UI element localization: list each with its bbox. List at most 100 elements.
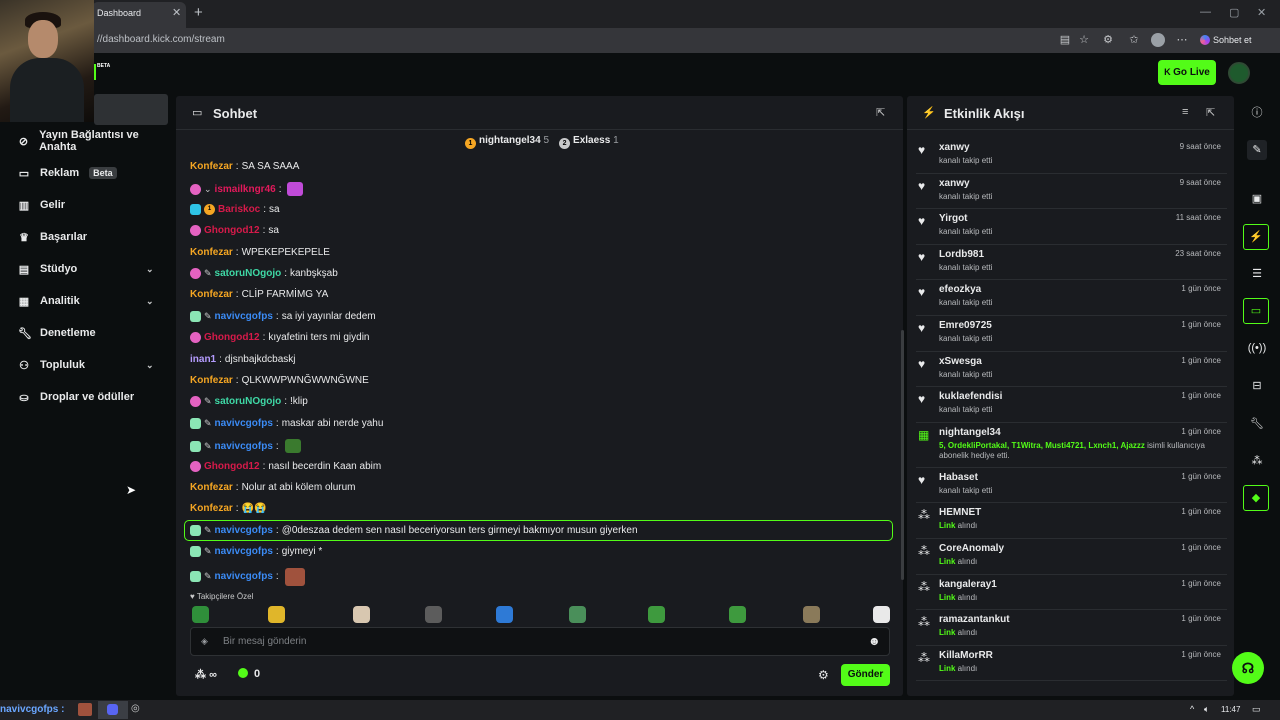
- sidebar-item-analitik[interactable]: ▦ Analitik ⌄: [18, 291, 168, 311]
- edit-icon[interactable]: ✎: [1247, 140, 1267, 160]
- chat-message[interactable]: Ghongod12: kıyafetini ters mi giydin: [190, 332, 370, 344]
- activity-event[interactable]: ♥ efeozkya 1 gün önce kanalı takip etti: [916, 280, 1227, 316]
- chat-message[interactable]: ✎ navivcgofps:: [190, 439, 301, 454]
- chat-username[interactable]: satoruNOgojo: [215, 396, 282, 407]
- sidebar-item-denetleme[interactable]: 🔧︎ Denetleme: [18, 323, 168, 343]
- sidebar-item-stüdyo[interactable]: ▤ Stüdyo ⌄: [18, 259, 168, 279]
- quick-emote[interactable]: [873, 606, 890, 623]
- quick-emote[interactable]: [729, 606, 746, 623]
- event-username[interactable]: Yirgot: [939, 213, 968, 224]
- quick-emote[interactable]: [353, 606, 370, 623]
- chat-username[interactable]: navivcgofps: [215, 418, 273, 429]
- event-username[interactable]: kangaleray1: [939, 579, 997, 590]
- discord-icon[interactable]: [107, 704, 118, 715]
- chat-username[interactable]: navivcgofps: [215, 571, 273, 582]
- chat-message[interactable]: ✎ navivcgofps: sa iyi yayınlar dedem: [190, 310, 376, 322]
- chevron-down-icon[interactable]: ⌄: [146, 264, 154, 275]
- volume-icon[interactable]: 🔈︎: [1204, 704, 1209, 715]
- chat-message[interactable]: Konfezar: CLİP FARMİMG YA: [190, 289, 328, 300]
- sidebar-item-droplar[interactable]: ⛀ Droplar ve ödüller: [18, 387, 168, 407]
- video-icon[interactable]: ▣: [1247, 189, 1267, 209]
- chat-username[interactable]: Ghongod12: [204, 332, 260, 343]
- tray-chevron-icon[interactable]: ^: [1190, 704, 1194, 714]
- favorite-star-icon[interactable]: ☆: [1077, 33, 1091, 47]
- support-button[interactable]: ☊: [1232, 652, 1264, 684]
- filter-icon[interactable]: ≡: [1182, 106, 1188, 118]
- event-username[interactable]: KillaMorRR: [939, 650, 993, 661]
- event-username[interactable]: ramazantankut: [939, 614, 1010, 625]
- sidebar-item-yayın[interactable]: ⊘ Yayın Bağlantısı ve Anahta: [18, 129, 168, 153]
- chat-username[interactable]: navivcgofps: [215, 525, 273, 536]
- copilot-button[interactable]: Sohbet et: [1200, 31, 1256, 49]
- chat-scrollbar[interactable]: [901, 330, 904, 580]
- chat-username[interactable]: Konfezar: [190, 247, 233, 258]
- new-tab-icon[interactable]: +: [194, 4, 203, 21]
- quick-emote[interactable]: [425, 606, 442, 623]
- chat-username[interactable]: Bariskoc: [218, 204, 260, 215]
- activity-event[interactable]: ♥ Habaset 1 gün önce kanalı takip etti: [916, 468, 1227, 504]
- chat-message[interactable]: Konfezar: 😭😭: [190, 503, 266, 514]
- send-button[interactable]: Gönder: [841, 664, 890, 686]
- chat-message[interactable]: ✎ satoruNOgojo: !klip: [190, 396, 308, 408]
- quick-emote[interactable]: [803, 606, 820, 623]
- avatar[interactable]: [1228, 62, 1250, 84]
- chat-username[interactable]: Konfezar: [190, 161, 233, 172]
- maximize-icon[interactable]: ▢: [1229, 6, 1239, 19]
- chat-rail-icon[interactable]: ▭: [1243, 298, 1269, 324]
- chat-username[interactable]: Konfezar: [190, 289, 233, 300]
- activity-rail-icon[interactable]: ⚡: [1243, 224, 1269, 250]
- extensions-icon[interactable]: ⚙: [1101, 33, 1115, 47]
- activity-event[interactable]: ♥ Yirgot 11 saat önce kanalı takip etti: [916, 209, 1227, 245]
- profile-icon[interactable]: [1151, 33, 1165, 47]
- chat-message[interactable]: ✎ navivcgofps:: [190, 567, 305, 586]
- event-username[interactable]: nightangel34: [939, 427, 1001, 438]
- activity-event[interactable]: ⁂ CoreAnomaly 1 gün önce Link alındı: [916, 539, 1227, 575]
- activity-event[interactable]: ⁂ KillaMorRR 1 gün önce Link alındı: [916, 646, 1227, 682]
- chat-message[interactable]: ✎ navivcgofps: maskar abi nerde yahu: [190, 417, 383, 429]
- popout-icon[interactable]: ⇱: [876, 106, 885, 119]
- chat-username[interactable]: navivcgofps: [215, 546, 273, 557]
- activity-event[interactable]: ♥ kuklaefendisi 1 gün önce kanalı takip ett…: [916, 387, 1227, 423]
- taskbar-app-label[interactable]: navivcgofps :: [0, 704, 64, 715]
- broadcast-icon[interactable]: ((•)): [1247, 338, 1267, 358]
- sidebar-item-reklam[interactable]: ▭ Reklam Beta: [18, 163, 168, 183]
- coins-counter[interactable]: 0: [238, 668, 260, 680]
- event-username[interactable]: xSwesga: [939, 356, 982, 367]
- event-username[interactable]: Emre09725: [939, 320, 992, 331]
- sidebar-item-gelir[interactable]: ▥ Gelir: [18, 195, 168, 215]
- info-icon[interactable]: ⓘ: [1247, 103, 1267, 123]
- sidebar-active-item[interactable]: [94, 94, 168, 125]
- minimize-icon[interactable]: —: [1200, 6, 1211, 18]
- chat-message[interactable]: inan1: djsnbajkdcbaskj: [190, 354, 296, 365]
- close-window-icon[interactable]: ✕: [1257, 6, 1266, 19]
- event-username[interactable]: Lordb981: [939, 249, 984, 260]
- chat-username[interactable]: inan1: [190, 354, 216, 365]
- chat-username[interactable]: navivcgofps: [215, 441, 273, 452]
- event-username[interactable]: HEMNET: [939, 507, 981, 518]
- event-username[interactable]: Habaset: [939, 472, 978, 483]
- notification-icon[interactable]: ▭: [1252, 704, 1261, 715]
- chat-username[interactable]: ismailkngr46: [215, 184, 276, 195]
- url-text[interactable]: //dashboard.kick.com/stream: [97, 34, 225, 45]
- more-menu-icon[interactable]: ⋯: [1175, 33, 1189, 47]
- emoji-picker-icon[interactable]: ☻: [868, 634, 881, 648]
- chat-message[interactable]: 1 Bariskoc: sa: [190, 203, 280, 215]
- chat-message[interactable]: ✎ navivcgofps: @0deszaa dedem sen nasıl be…: [190, 524, 638, 536]
- chat-message[interactable]: ✎ satoruNOgojo: kanbşkşab: [190, 268, 338, 279]
- chat-message[interactable]: Konfezar: SA SA SAAA: [190, 161, 299, 172]
- chat-message[interactable]: Ghongod12: nasıl becerdin Kaan abim: [190, 460, 381, 472]
- rewards-rail-icon[interactable]: ◆: [1243, 485, 1269, 511]
- chat-username[interactable]: Konfezar: [190, 482, 233, 493]
- quick-emote[interactable]: [192, 606, 209, 623]
- event-username[interactable]: efeozkya: [939, 284, 981, 295]
- chat-username[interactable]: Ghongod12: [204, 461, 260, 472]
- tab-close-icon[interactable]: ✕: [172, 6, 181, 19]
- channel-points[interactable]: ⁂ ∞: [195, 668, 217, 681]
- chat-message[interactable]: ⌄ ismailkngr46:: [190, 182, 304, 197]
- event-username[interactable]: kuklaefendisi: [939, 391, 1002, 402]
- activity-popout-icon[interactable]: ⇱: [1206, 106, 1215, 119]
- top-gifter[interactable]: 1 nightangel34 5: [465, 135, 549, 149]
- quick-emote[interactable]: [569, 606, 586, 623]
- activity-event[interactable]: ⁂ ramazantankut 1 gün önce Link alındı: [916, 610, 1227, 646]
- chat-message[interactable]: Konfezar: QLKWWPWNĞWWNĞWNE: [190, 375, 369, 386]
